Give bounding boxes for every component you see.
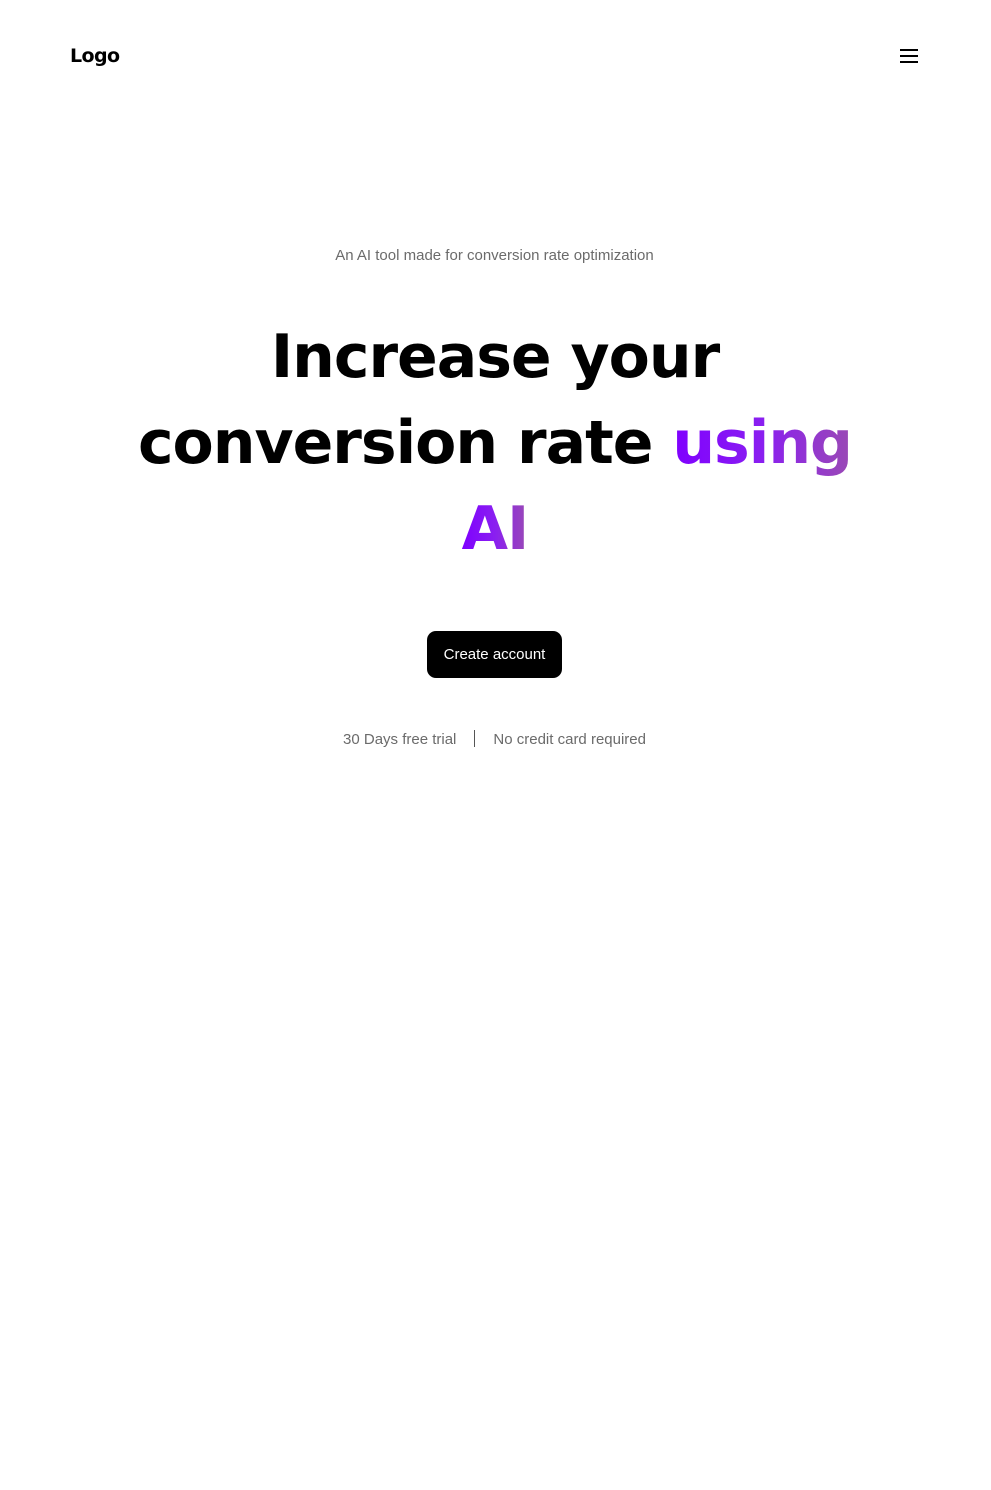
headline-line-2: conversion rate using <box>95 400 895 486</box>
perk-divider <box>474 730 476 747</box>
hero-headline: Increase your conversion rate using AI <box>95 314 895 572</box>
logo[interactable]: Logo <box>70 44 120 68</box>
perk-no-credit-card: No credit card required <box>493 731 646 748</box>
create-account-button[interactable]: Create account <box>427 631 562 678</box>
menu-line <box>900 49 918 51</box>
headline-line-1: Increase your <box>270 322 720 392</box>
menu-line <box>900 61 918 63</box>
menu-line <box>900 55 918 57</box>
headline-plain-text: conversion rate <box>137 408 673 478</box>
hero-perks: 30 Days free trial No credit card require… <box>0 729 989 751</box>
navbar: Logo <box>0 0 991 112</box>
headline-line-3: AI <box>95 486 895 572</box>
headline-accent-ai: AI <box>461 494 530 564</box>
perk-free-trial: 30 Days free trial <box>343 731 457 748</box>
hamburger-menu-icon[interactable] <box>894 42 924 70</box>
hero-eyebrow: An AI tool made for conversion rate opti… <box>335 247 654 264</box>
headline-accent-text: using <box>672 408 853 478</box>
